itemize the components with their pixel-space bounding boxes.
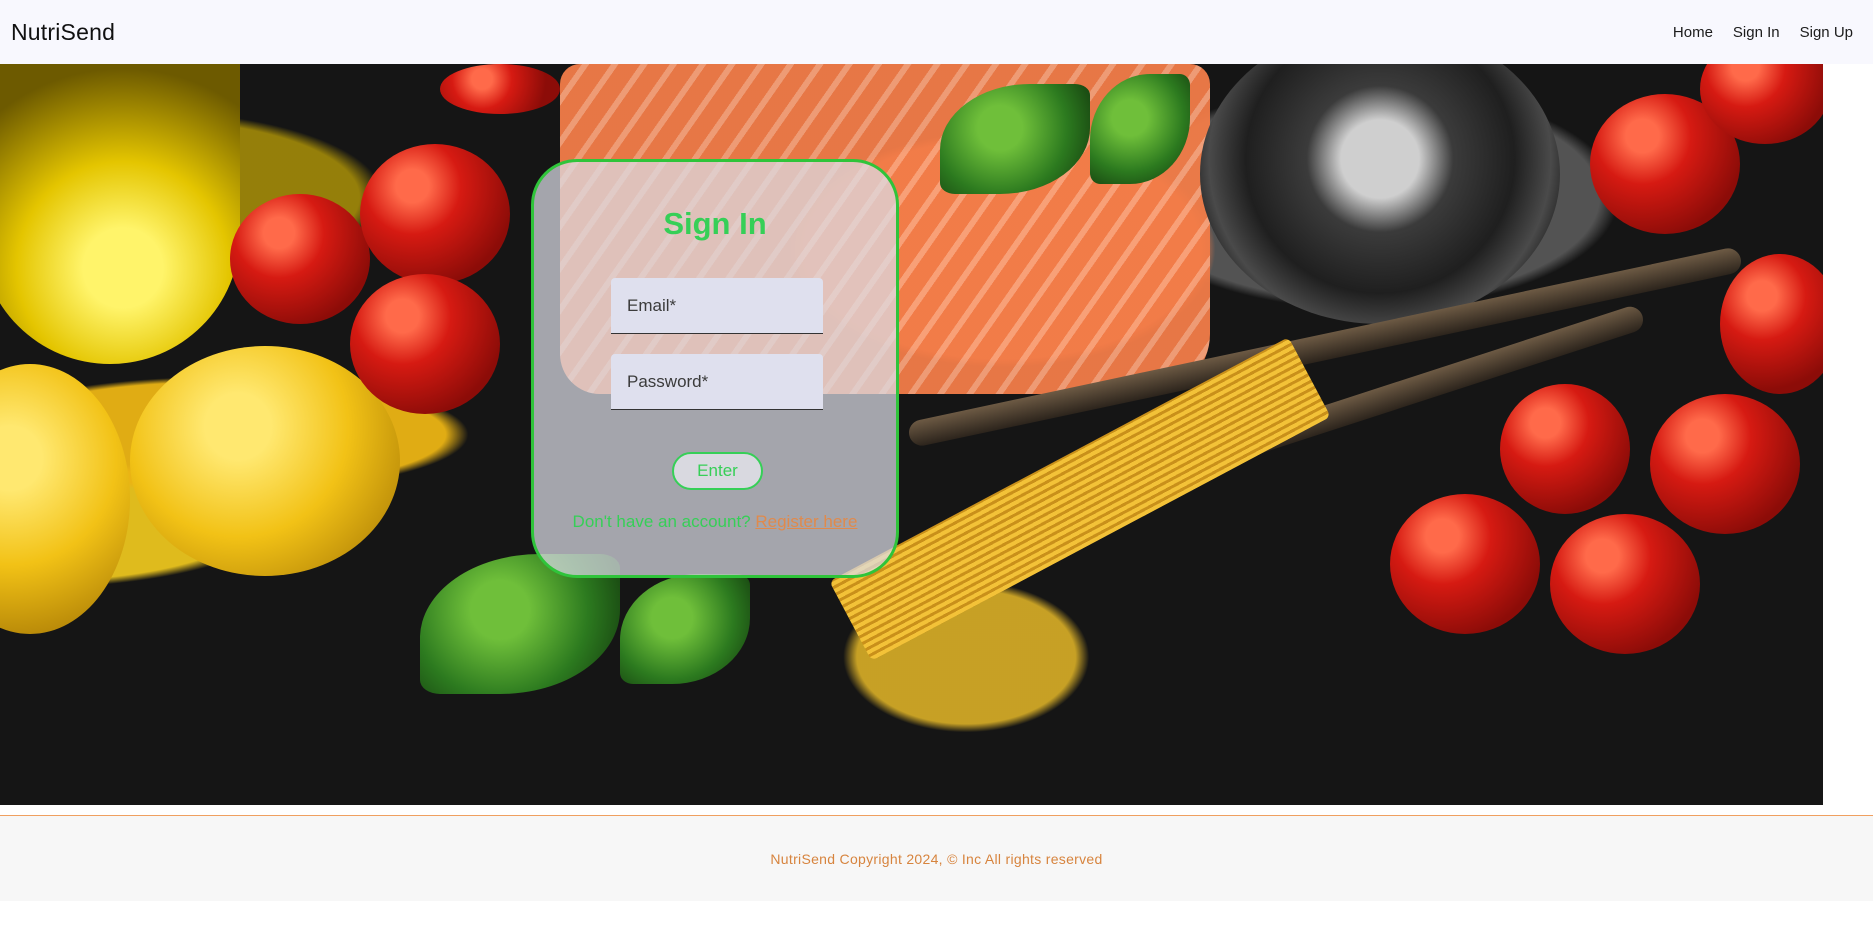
password-field[interactable] [611, 354, 823, 410]
tomato-image [350, 274, 500, 414]
lemon-image [130, 346, 400, 576]
top-navbar: NutriSend Home Sign In Sign Up [0, 0, 1873, 64]
tomato-image [230, 194, 370, 324]
tomato-image [440, 64, 560, 114]
nav-link-sign-in[interactable]: Sign In [1723, 16, 1790, 49]
hero-food-background: Sign In Enter Don't have an account? Reg… [0, 64, 1823, 805]
tomato-image [1500, 384, 1630, 514]
register-prompt-text: Don't have an account? [572, 512, 756, 531]
nav-link-sign-up[interactable]: Sign Up [1790, 16, 1863, 49]
nav-link-home[interactable]: Home [1663, 16, 1723, 49]
footer-copyright: NutriSend Copyright 2024, © Inc All righ… [770, 850, 1103, 867]
register-prompt: Don't have an account? Register here [534, 512, 896, 532]
enter-button[interactable]: Enter [672, 452, 763, 490]
sign-in-title: Sign In [663, 206, 767, 241]
tomato-image [1550, 514, 1700, 654]
brand-logo[interactable]: NutriSend [11, 19, 115, 46]
nav-links: Home Sign In Sign Up [1663, 16, 1863, 49]
tomato-image [1650, 394, 1800, 534]
email-field[interactable] [611, 278, 823, 334]
sign-in-card: Sign In Enter Don't have an account? Reg… [531, 159, 899, 578]
footer: NutriSend Copyright 2024, © Inc All righ… [0, 816, 1873, 901]
tomato-image [1720, 254, 1823, 394]
olive-oil-bottle-image [0, 64, 240, 364]
register-link[interactable]: Register here [755, 512, 857, 531]
mortar-pestle-image [1200, 64, 1560, 324]
basil-leaf-image [620, 574, 750, 684]
tomato-image [1390, 494, 1540, 634]
tomato-image [360, 144, 510, 284]
lemon-half-image [0, 364, 130, 634]
